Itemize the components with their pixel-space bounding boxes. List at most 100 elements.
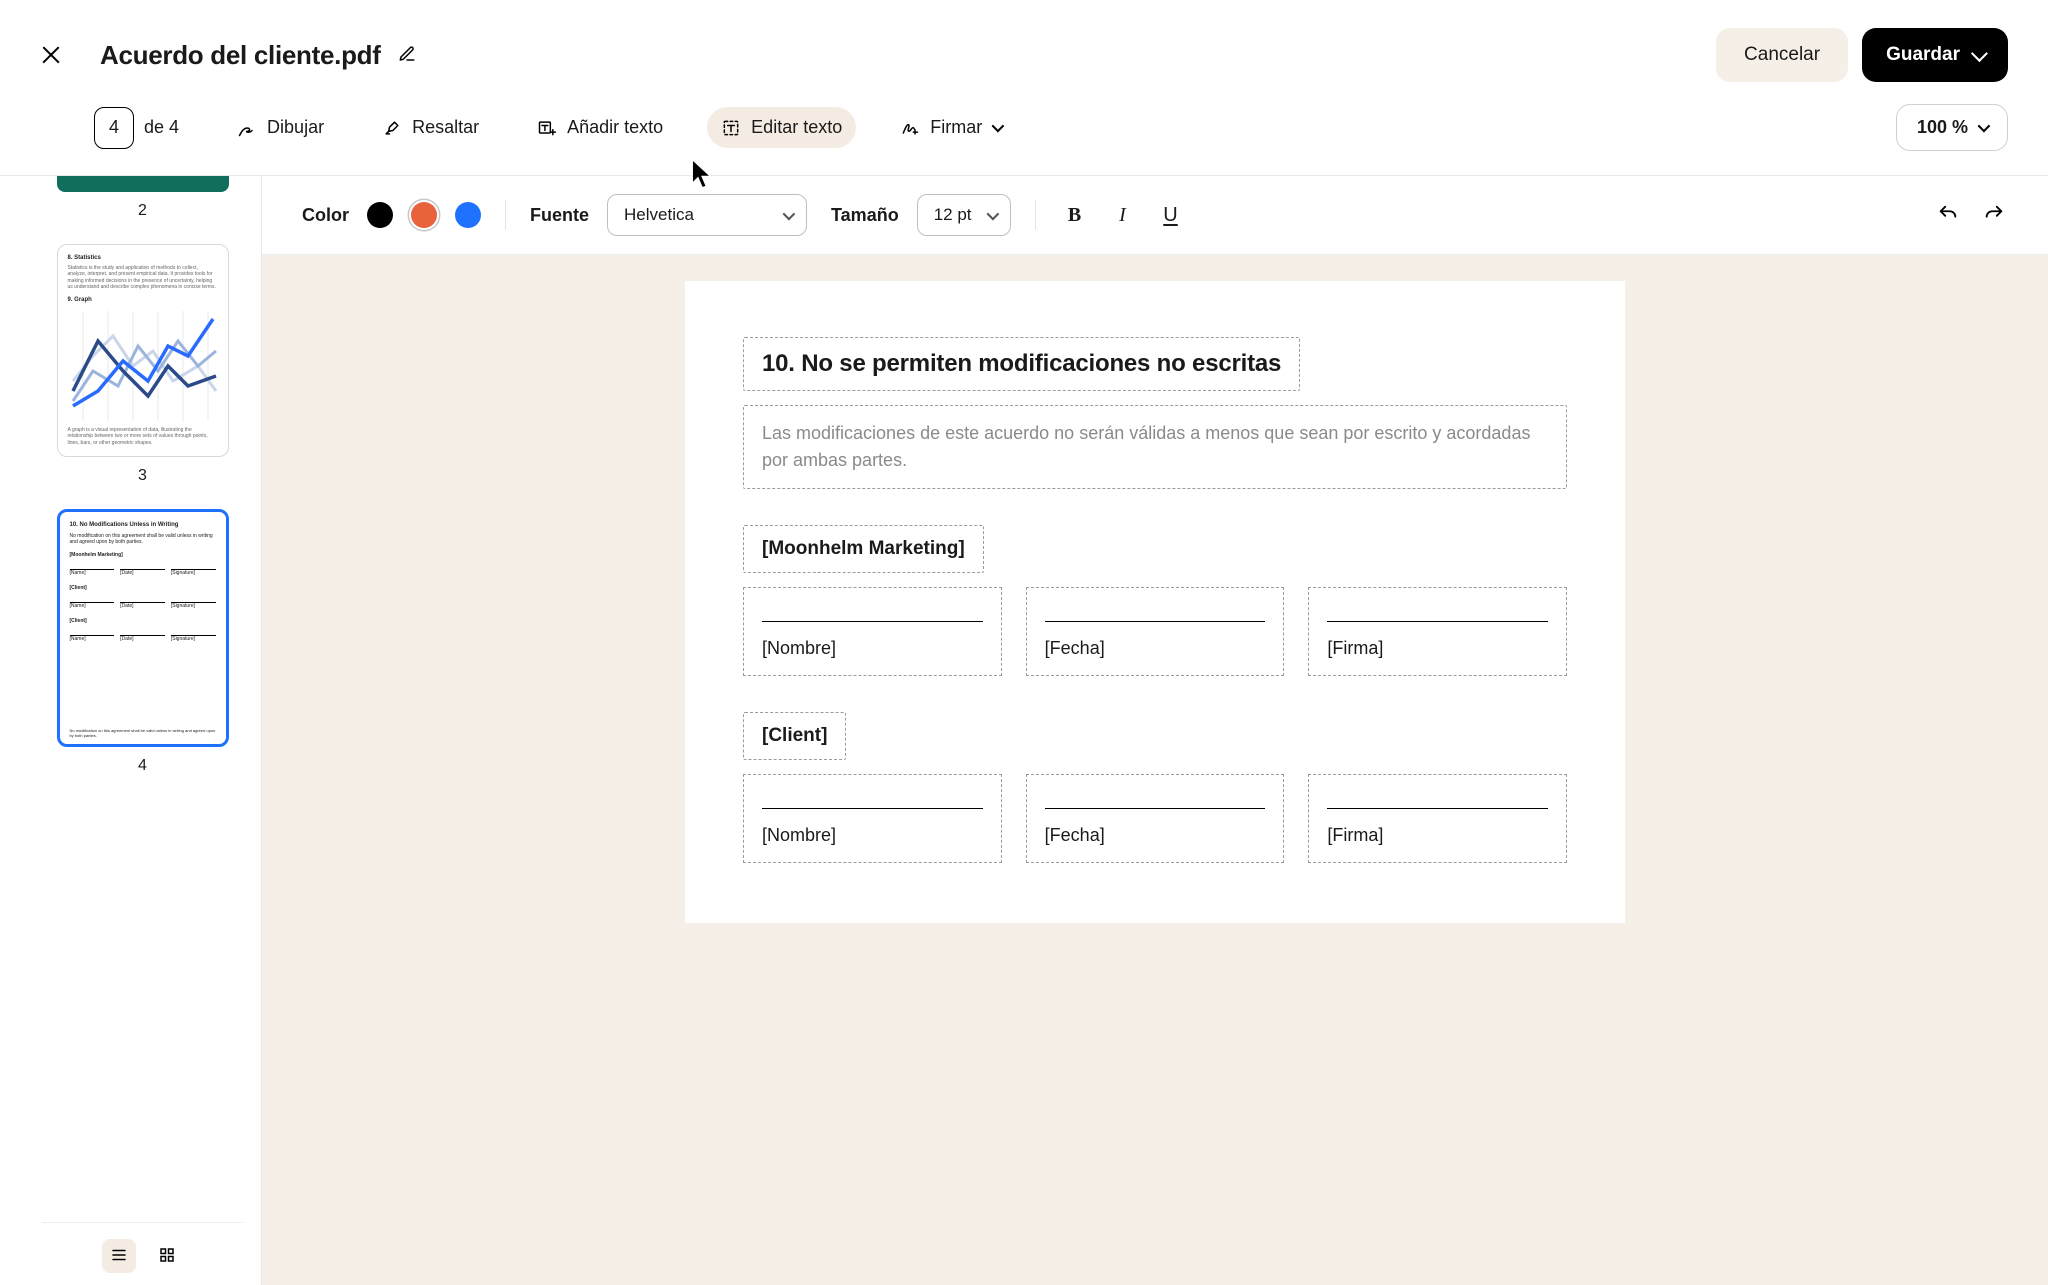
size-select[interactable]: 12 pt — [917, 194, 1011, 236]
document-canvas[interactable]: 10. No se permiten modificaciones no esc… — [262, 255, 2048, 1285]
tool-draw-label: Dibujar — [267, 117, 324, 138]
thumb-text: [Signature] — [171, 570, 216, 577]
font-select[interactable]: Helvetica — [607, 194, 807, 236]
signature-line — [762, 610, 983, 622]
thumb-text: A graph is a visual representation of da… — [68, 427, 218, 447]
italic-button[interactable]: I — [1108, 200, 1138, 230]
signature-field-signature[interactable]: [Firma] — [1308, 774, 1567, 863]
signature-label: [Nombre] — [762, 638, 983, 659]
underline-button[interactable]: U — [1156, 200, 1186, 230]
sign-icon — [900, 118, 920, 138]
cancel-button[interactable]: Cancelar — [1716, 28, 1848, 82]
view-list-button[interactable] — [102, 1239, 136, 1273]
tool-edit-text[interactable]: Editar texto — [707, 107, 856, 148]
tool-draw[interactable]: Dibujar — [223, 107, 338, 148]
thumb-graph — [68, 311, 218, 421]
signature-field-date[interactable]: [Fecha] — [1026, 587, 1285, 676]
tool-highlight[interactable]: Resaltar — [368, 107, 493, 148]
page-content: 10. No se permiten modificaciones no esc… — [685, 281, 1625, 923]
divider — [1035, 200, 1036, 230]
signature-line — [1327, 797, 1548, 809]
zoom-select[interactable]: 100 % — [1896, 104, 2008, 151]
thumb-text: [Signature] — [171, 603, 216, 610]
thumb-text: [Name] — [70, 570, 115, 577]
signature-field-date[interactable]: [Fecha] — [1026, 774, 1285, 863]
page-number-input[interactable]: 4 — [94, 107, 134, 149]
thumb-text: [Date] — [120, 570, 165, 577]
thumbnail-label: 2 — [42, 202, 243, 220]
tool-sign[interactable]: Firmar — [886, 107, 1015, 148]
signature-field-name[interactable]: [Nombre] — [743, 587, 1002, 676]
sidebar-view-toggle — [42, 1222, 243, 1285]
redo-icon — [1983, 203, 2005, 228]
save-button[interactable]: Guardar — [1862, 28, 2008, 82]
bold-button[interactable]: B — [1060, 200, 1090, 230]
close-icon[interactable] — [40, 44, 62, 66]
thumb-text: [Name] — [70, 603, 115, 610]
color-swatch-black[interactable] — [367, 202, 393, 228]
thumb-text: No modification on this agreement shall … — [70, 533, 216, 546]
thumb-text: [Client] — [70, 618, 216, 625]
chevron-down-icon — [992, 120, 1005, 133]
signature-label: [Nombre] — [762, 825, 983, 846]
divider — [505, 200, 506, 230]
chevron-down-icon — [1971, 45, 1988, 62]
thumb-text: [Moonhelm Marketing] — [70, 552, 216, 559]
chevron-down-icon — [986, 207, 999, 220]
rename-button[interactable] — [395, 43, 419, 67]
thumb-text: [Date] — [120, 636, 165, 643]
color-swatch-orange[interactable] — [411, 202, 437, 228]
thumbnail-page-3[interactable]: 8. Statistics Statistics is the study an… — [57, 244, 229, 457]
tool-highlight-label: Resaltar — [412, 117, 479, 138]
signature-label: [Firma] — [1327, 825, 1548, 846]
thumbnail-page-4[interactable]: 10. No Modifications Unless in Writing N… — [57, 509, 229, 747]
undo-icon — [1937, 203, 1959, 228]
size-select-value: 12 pt — [934, 205, 972, 225]
font-label: Fuente — [530, 205, 589, 226]
thumb-heading: 8. Statistics — [68, 255, 218, 263]
redo-button[interactable] — [1980, 201, 2008, 229]
draw-icon — [237, 118, 257, 138]
signature-field-name[interactable]: [Nombre] — [743, 774, 1002, 863]
view-grid-button[interactable] — [150, 1239, 184, 1273]
tool-sign-label: Firmar — [930, 117, 982, 138]
page-count-label: de 4 — [144, 117, 179, 138]
signature-line — [1045, 610, 1266, 622]
text-format-toolbar: Color Fuente Helvetica Tamaño 12 pt B I … — [262, 176, 2048, 255]
thumb-heading: 9. Graph — [68, 297, 218, 305]
color-label: Color — [302, 205, 349, 226]
main-toolbar: 4 de 4 Dibujar Resaltar Añadir texto Edi… — [0, 90, 2048, 175]
signature-line — [762, 797, 983, 809]
thumbnail-label: 4 — [42, 757, 243, 775]
undo-button[interactable] — [1934, 201, 1962, 229]
thumb-text: [Date] — [120, 603, 165, 610]
thumbnail-sidebar: 2 8. Statistics Statistics is the study … — [0, 176, 262, 1285]
add-text-icon — [537, 118, 557, 138]
zoom-label: 100 % — [1917, 117, 1968, 138]
thumb-text: No modification on this agreement shall … — [70, 728, 216, 738]
signature-line — [1045, 797, 1266, 809]
chevron-down-icon — [1978, 120, 1991, 133]
tool-edit-text-label: Editar texto — [751, 117, 842, 138]
tool-add-text[interactable]: Añadir texto — [523, 107, 677, 148]
thumb-text: [Name] — [70, 636, 115, 643]
thumb-text: Statistics is the study and application … — [68, 265, 218, 291]
save-button-label: Guardar — [1886, 44, 1960, 66]
pencil-icon — [398, 45, 416, 66]
signature-label: [Fecha] — [1045, 638, 1266, 659]
color-swatch-blue[interactable] — [455, 202, 481, 228]
font-select-value: Helvetica — [624, 205, 694, 225]
text-block-heading[interactable]: 10. No se permiten modificaciones no esc… — [743, 337, 1300, 391]
signature-field-signature[interactable]: [Firma] — [1308, 587, 1567, 676]
thumb-text: [Client] — [70, 585, 216, 592]
text-block-paragraph[interactable]: Las modificaciones de este acuerdo no se… — [743, 405, 1567, 489]
document-title: Acuerdo del cliente.pdf — [100, 40, 381, 71]
highlight-icon — [382, 118, 402, 138]
chevron-down-icon — [783, 207, 796, 220]
thumbnail-page-2[interactable] — [57, 176, 229, 192]
signature-label: [Fecha] — [1045, 825, 1266, 846]
thumbnail-label: 3 — [42, 467, 243, 485]
text-block-company[interactable]: [Moonhelm Marketing] — [743, 525, 984, 573]
text-block-client[interactable]: [Client] — [743, 712, 846, 760]
grid-icon — [158, 1246, 176, 1267]
